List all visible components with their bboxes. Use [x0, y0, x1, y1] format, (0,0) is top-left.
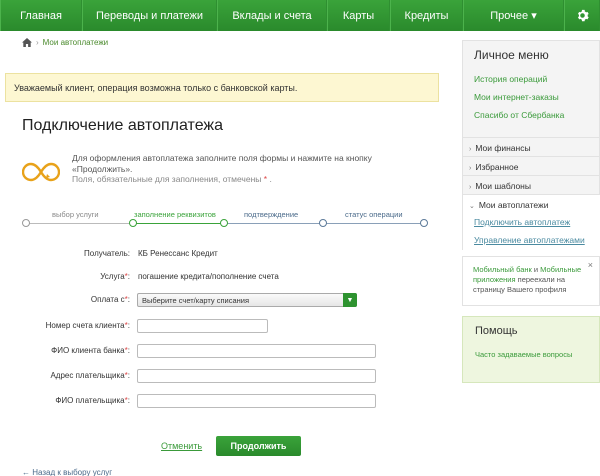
nav-credits[interactable]: Кредиты	[390, 0, 463, 31]
section-favorites[interactable]: › Избранное	[463, 156, 600, 175]
required-star: *	[263, 174, 268, 184]
nav-deposits-accounts[interactable]: Вклады и счета	[217, 0, 327, 31]
link-connect-autopayment[interactable]: Подключить автоплатеж	[474, 217, 570, 227]
top-nav: Главная Переводы и платежи Вклады и счет…	[0, 0, 600, 31]
bank-client-label: ФИО клиента банка*:	[51, 346, 130, 355]
step-dot-3	[220, 219, 228, 227]
nav-home[interactable]: Главная	[0, 0, 82, 31]
step-select-service: выбор услуги	[52, 210, 99, 219]
payer-name-input[interactable]	[137, 394, 376, 408]
faq-link[interactable]: Часто задаваемые вопросы	[475, 350, 575, 360]
chevron-right-icon: ›	[469, 146, 472, 153]
step-line-done	[26, 223, 133, 224]
promo-mobile-bank[interactable]: Мобильный банк	[473, 265, 532, 274]
intro-instruction: Для оформления автоплатежа заполните пол…	[72, 153, 372, 174]
service-label: Услуга*:	[100, 272, 130, 281]
breadcrumb-separator: ›	[36, 38, 39, 47]
account-row: Номер счета клиента*:	[0, 319, 440, 335]
required-note: Поля, обязательные для заполнения, отмеч…	[72, 174, 262, 184]
close-icon[interactable]: ×	[588, 260, 593, 270]
payment-select-value: Выберите счет/карту списания	[142, 296, 250, 305]
section-my-templates[interactable]: › Мои шаблоны	[463, 175, 600, 194]
page-title: Подключение автоплатежа	[22, 117, 224, 134]
account-label: Номер счета клиента*:	[45, 321, 130, 330]
required-note-dot: .	[269, 174, 272, 184]
step-operation-status: статус операции	[345, 210, 403, 219]
chevron-down-icon[interactable]: ▼	[343, 293, 357, 307]
back-to-services-link[interactable]: ← Назад к выбору услуг	[22, 468, 112, 476]
personal-menu-title: Личное меню	[474, 48, 549, 62]
continue-button[interactable]: Продолжить	[216, 436, 301, 456]
promo-and: и	[531, 265, 541, 274]
link-operation-history[interactable]: История операций	[474, 74, 547, 84]
autopay-infinity-icon	[21, 161, 61, 183]
progress-steps: выбор услуги заполнение реквизитов подтв…	[22, 210, 432, 230]
payer-row: ФИО плательщика*:	[0, 394, 440, 410]
service-row: Услуга*: погашение кредита/пополнение сч…	[0, 270, 440, 286]
address-label: Адрес плательщика*:	[50, 371, 130, 380]
address-row: Адрес плательщика*:	[0, 369, 440, 385]
step-line-active	[133, 223, 224, 224]
service-value: погашение кредита/пополнение счета	[138, 272, 279, 281]
recipient-value: КБ Ренессанс Кредит	[138, 249, 218, 258]
breadcrumb: › Мои автоплатежи	[22, 38, 108, 47]
chevron-right-icon: ›	[469, 165, 472, 172]
nav-transfers-payments[interactable]: Переводы и платежи	[82, 0, 217, 31]
intro-text: Для оформления автоплатежа заполните пол…	[72, 153, 392, 185]
gear-icon[interactable]	[564, 0, 600, 31]
personal-menu: Личное меню История операций Мои интерне…	[462, 40, 600, 264]
chevron-right-icon: ›	[469, 184, 472, 191]
bank-client-row: ФИО клиента банка*:	[0, 344, 440, 360]
mobile-promo: × Мобильный банк и Мобильные приложения …	[462, 256, 600, 306]
nav-other-dropdown[interactable]: Прочее ▾	[463, 0, 564, 31]
step-dot-5	[420, 219, 428, 227]
section-my-finances[interactable]: › Мои финансы	[463, 137, 600, 156]
recipient-row: Получатель: КБ Ренессанс Кредит	[0, 247, 440, 263]
link-manage-autopayments[interactable]: Управление автоплатежами	[474, 235, 585, 245]
account-number-input[interactable]	[137, 319, 268, 333]
breadcrumb-current[interactable]: Мои автоплатежи	[43, 38, 108, 47]
payer-address-input[interactable]	[137, 369, 376, 383]
help-title: Помощь	[475, 325, 518, 337]
section-my-autopayments[interactable]: ⌄ Мои автоплатежи	[463, 194, 600, 264]
bank-client-name-input[interactable]	[137, 344, 376, 358]
link-internet-orders[interactable]: Мои интернет-заказы	[474, 92, 559, 102]
link-spasibo[interactable]: Спасибо от Сбербанка	[474, 110, 564, 120]
payer-label: ФИО плательщика*:	[55, 396, 130, 405]
nav-cards[interactable]: Карты	[327, 0, 390, 31]
recipient-label: Получатель:	[84, 249, 130, 258]
cancel-link[interactable]: Отменить	[161, 441, 202, 451]
step-dot-1	[22, 219, 30, 227]
step-fill-details: заполнение реквизитов	[134, 210, 216, 219]
payment-label: Оплата с*:	[90, 295, 130, 304]
chevron-down-icon: ⌄	[469, 203, 475, 210]
warning-banner: Уважаемый клиент, операция возможна толь…	[5, 73, 439, 102]
step-dot-4	[319, 219, 327, 227]
payment-row: Оплата с*: Выберите счет/карту списания …	[0, 293, 440, 309]
step-dot-2	[129, 219, 137, 227]
home-icon[interactable]	[22, 38, 32, 47]
payment-source-select[interactable]: Выберите счет/карту списания ▼	[137, 293, 357, 307]
step-confirmation: подтверждение	[244, 210, 299, 219]
help-panel: Помощь Часто задаваемые вопросы	[462, 316, 600, 383]
